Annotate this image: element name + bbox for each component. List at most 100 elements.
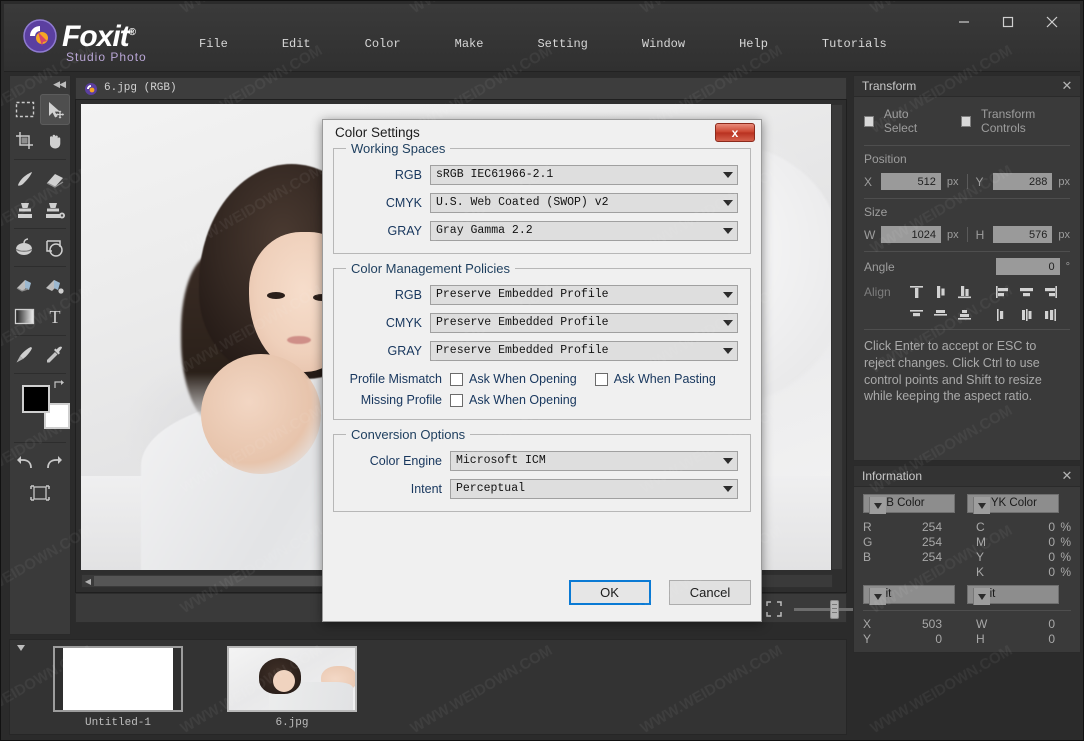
w-input[interactable]: 1024: [881, 226, 942, 243]
fit-to-screen-icon[interactable]: [766, 601, 782, 617]
working-cmyk-select[interactable]: U.S. Web Coated (SWOP) v2: [430, 193, 738, 213]
tool-divider: [14, 159, 66, 160]
color-engine-row: Color Engine Microsoft ICM: [346, 451, 738, 471]
blur-tool[interactable]: [10, 270, 40, 301]
filmstrip-item-photo[interactable]: 6.jpg: [224, 646, 360, 729]
ok-button[interactable]: OK: [568, 580, 651, 605]
document-tab[interactable]: 6.jpg (RGB): [75, 77, 847, 99]
policy-gray-select[interactable]: Preserve Embedded Profile: [430, 341, 738, 361]
minimize-button[interactable]: [942, 8, 986, 36]
policy-rgb-select[interactable]: Preserve Embedded Profile: [430, 285, 738, 305]
free-transform-tool[interactable]: [25, 477, 56, 508]
text-tool[interactable]: T: [40, 301, 70, 332]
h-input[interactable]: 576: [992, 226, 1053, 243]
align-left-edges-button[interactable]: [993, 283, 1012, 300]
move-tool[interactable]: [40, 94, 70, 125]
menu-item-help[interactable]: Help: [729, 34, 778, 54]
collapse-filmstrip-icon[interactable]: [14, 642, 36, 658]
pattern-stamp-icon: [46, 202, 65, 218]
distribute-right-edges-button[interactable]: [1041, 306, 1060, 323]
menu-item-setting[interactable]: Setting: [527, 34, 597, 54]
distribute-top-edges-button[interactable]: [907, 306, 926, 323]
sharpen-tool[interactable]: [40, 270, 70, 301]
align-horizontal-centers-button[interactable]: [1017, 283, 1036, 300]
crop-tool[interactable]: [10, 125, 40, 156]
align-bottom-edges-button[interactable]: [955, 283, 974, 300]
hand-tool[interactable]: [40, 125, 70, 156]
thumbnail-photo[interactable]: [227, 646, 357, 712]
transform-hint-text: Click Enter to accept or ESC to reject c…: [864, 339, 1042, 404]
foreground-color-swatch[interactable]: [22, 385, 50, 413]
left-bit-depth-select[interactable]: 8-bit: [863, 585, 955, 605]
cancel-button[interactable]: Cancel: [669, 580, 751, 605]
menu-item-color[interactable]: Color: [355, 34, 411, 54]
photo-eye-left: [267, 292, 285, 299]
policies-title: Color Management Policies: [346, 261, 515, 276]
eyedropper-tool[interactable]: [40, 339, 70, 370]
menu-item-tutorials[interactable]: Tutorials: [812, 34, 897, 54]
brush-tool[interactable]: [10, 163, 40, 194]
scroll-left-arrow-icon[interactable]: ◀: [82, 575, 94, 587]
align-right-edges-button[interactable]: [1041, 283, 1060, 300]
eraser-tool[interactable]: [40, 163, 70, 194]
distribute-left-edges-button[interactable]: [993, 306, 1012, 323]
divider: [864, 329, 1070, 330]
x-input[interactable]: 512: [881, 173, 941, 190]
working-gray-select[interactable]: Gray Gamma 2.2: [430, 221, 738, 241]
align-vertical-centers-button[interactable]: [931, 283, 950, 300]
shape-tool[interactable]: [40, 232, 70, 263]
menu-item-edit[interactable]: Edit: [272, 34, 321, 54]
redo-button[interactable]: [40, 446, 70, 477]
bit-depth-selectors: 8-bit 8-bit: [863, 585, 1071, 605]
canvas-vertical-scrollbar[interactable]: [831, 104, 843, 570]
clone-stamp-tool[interactable]: [10, 194, 40, 225]
color-engine-select[interactable]: Microsoft ICM: [450, 451, 738, 471]
mismatch-ask-pasting-label: Ask When Pasting: [613, 372, 716, 386]
info-row: Y 0%: [976, 550, 1071, 565]
angle-input[interactable]: 0: [995, 258, 1060, 275]
align-top-edges-button[interactable]: [907, 283, 926, 300]
right-bit-depth-select[interactable]: 8-bit: [967, 585, 1059, 605]
close-button[interactable]: [1030, 8, 1074, 36]
dialog-buttons: OK Cancel: [555, 580, 751, 605]
menu-item-make[interactable]: Make: [445, 34, 494, 54]
distribute-horizontal-centers-button[interactable]: [1017, 306, 1036, 323]
gradient-tool[interactable]: [10, 301, 40, 332]
policy-cmyk-select[interactable]: Preserve Embedded Profile: [430, 313, 738, 333]
transform-controls-checkbox[interactable]: [961, 115, 972, 127]
foxit-logo-icon: [23, 19, 57, 53]
mismatch-ask-pasting-checkbox[interactable]: [594, 372, 608, 386]
collapse-tools-button[interactable]: ◀◀: [10, 76, 70, 92]
tools-grid: T: [10, 92, 70, 510]
policy-cmyk-value: Preserve Embedded Profile: [436, 316, 609, 329]
dialog-close-button[interactable]: x: [715, 123, 755, 142]
channel-value: 0: [1048, 535, 1055, 549]
information-panel-close-icon[interactable]: ✕: [1059, 468, 1075, 484]
paint-bucket-tool[interactable]: [10, 232, 40, 263]
auto-select-checkbox[interactable]: [864, 115, 874, 127]
swap-colors-icon[interactable]: [53, 379, 65, 391]
working-rgb-value: sRGB IEC61966-2.1: [436, 168, 554, 181]
maximize-button[interactable]: [986, 8, 1030, 36]
zoom-slider-handle[interactable]: [830, 600, 839, 619]
menu-item-file[interactable]: File: [189, 34, 238, 54]
intent-select[interactable]: Perceptual: [450, 479, 738, 499]
rectangular-marquee-tool[interactable]: [10, 94, 40, 125]
transform-panel-close-icon[interactable]: ✕: [1059, 78, 1075, 94]
rgb-mode-select[interactable]: RGB Color: [863, 494, 955, 514]
missing-profile-row: Missing Profile Ask When Opening: [346, 393, 738, 407]
distribute-vertical-centers-button[interactable]: [931, 306, 950, 323]
distribute-bottom-edges-button[interactable]: [955, 306, 974, 323]
cmyk-mode-select[interactable]: CMYK Color: [967, 494, 1059, 514]
menu-item-window[interactable]: Window: [632, 34, 695, 54]
position-section-title: Position: [864, 152, 907, 166]
mismatch-ask-opening-checkbox[interactable]: [450, 372, 463, 386]
pattern-stamp-tool[interactable]: [40, 194, 70, 225]
pen-tool[interactable]: [10, 339, 40, 370]
y-input[interactable]: 288: [992, 173, 1053, 190]
undo-button[interactable]: [10, 446, 40, 477]
working-rgb-select[interactable]: sRGB IEC61966-2.1: [430, 165, 738, 185]
thumbnail-untitled[interactable]: [53, 646, 183, 712]
filmstrip-item-untitled[interactable]: Untitled-1: [50, 646, 186, 729]
missing-ask-opening-checkbox[interactable]: [450, 393, 463, 407]
